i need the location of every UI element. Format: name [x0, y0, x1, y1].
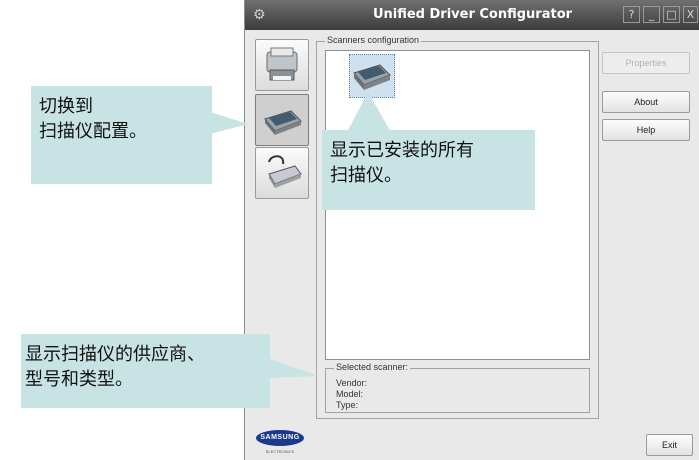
- callout-show-info-line-1: 显示扫描仪的供应商、: [25, 344, 205, 365]
- callout-show-info: 显示扫描仪的供应商、 型号和类型。: [21, 334, 270, 408]
- callout-switch-pointer: [210, 112, 248, 134]
- callout-show-all-line-2: 扫描仪。: [330, 165, 402, 186]
- callout-show-all: 显示已安装的所有 扫描仪。: [322, 130, 535, 210]
- callout-show-info-line-2: 型号和类型。: [25, 369, 133, 390]
- callout-show-all-line-1: 显示已安装的所有: [330, 140, 474, 161]
- callout-switch-line-2: 扫描仪配置。: [39, 121, 147, 142]
- callout-show-all-pointer: [346, 92, 392, 134]
- callout-switch: 切换到 扫描仪配置。: [31, 86, 212, 184]
- callout-switch-line-1: 切换到: [39, 96, 93, 117]
- callout-show-info-pointer: [268, 358, 318, 378]
